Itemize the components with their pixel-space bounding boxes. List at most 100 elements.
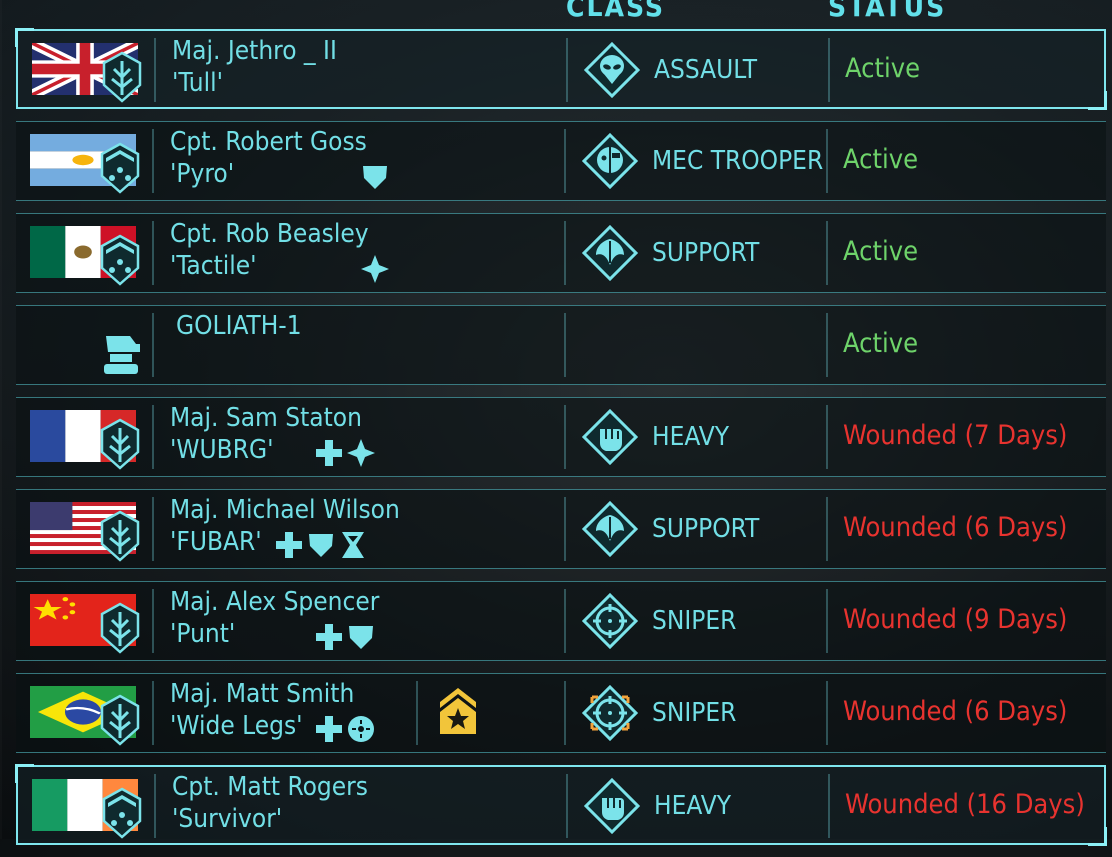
soldier-class: SNIPER [652,698,737,728]
alien-skull-icon [583,41,641,99]
soldier-class: SNIPER [652,606,737,636]
soldier-status: Active [843,144,919,175]
soldier-row[interactable]: Cpt. Robert Goss 'Pyro' MEC TROOPER Active [16,121,1106,201]
soldier-nickname: 'Survivor' [172,804,283,834]
medkit-plus-icon [314,622,344,652]
soldier-nickname: 'Tull' [172,68,224,98]
fist-icon [583,777,641,835]
gold-chevron-star-icon [436,684,480,738]
shiv-robot-icon [100,332,142,376]
medkit-plus-icon [314,714,344,744]
column-divider [826,405,828,469]
soldier-row[interactable]: Maj. Jethro _ II 'Tull' ASSAULT Active [15,28,1107,110]
soldier-nickname: 'Punt' [170,619,236,649]
mec-head-icon [581,132,639,190]
column-divider [826,589,828,653]
column-divider [152,405,154,469]
wings-icon [581,224,639,282]
soldier-row[interactable]: Maj. Michael Wilson 'FUBAR' SUPPORT Wounded… [16,489,1106,569]
fist-icon [581,408,639,466]
soldier-name: Cpt. Matt Rogers [172,772,368,802]
rank-badge-major-icon [98,602,142,654]
shield-icon [346,622,376,652]
column-divider [828,38,830,102]
soldier-nickname: 'Wide Legs' [170,711,303,741]
soldier-status: Wounded (9 Days) [843,604,1068,635]
soldier-row[interactable]: GOLIATH-1 Active [16,305,1106,385]
column-divider [152,221,154,285]
soldier-row[interactable]: Cpt. Matt Rogers 'Survivor' HEAVY Wounded (… [15,764,1107,846]
rank-badge-captain-icon [98,234,142,286]
rank-badge-major-icon [100,51,144,103]
soldier-status: Wounded (16 Days) [845,789,1085,820]
soldier-row[interactable]: Maj. Sam Staton 'WUBRG' HEAVY Wounded (7 Da… [16,397,1106,477]
perk-icons [314,438,376,468]
soldier-name: Maj. Alex Spencer [170,587,380,617]
soldier-class: HEAVY [652,422,729,452]
column-divider [826,497,828,561]
rank-badge-major-icon [98,694,142,746]
wings-icon [581,500,639,558]
shield-icon [360,162,390,192]
rank-badge-captain-icon [100,787,144,839]
column-divider [826,129,828,193]
column-divider [828,774,830,838]
status-column-header: STATUS [828,0,947,23]
soldier-row[interactable]: Maj. Alex Spencer 'Punt' SNIPER Wounded (9 … [16,581,1106,661]
column-divider [566,38,568,102]
column-divider [152,589,154,653]
soldier-class: SUPPORT [652,238,760,268]
medkit-plus-icon [274,530,304,560]
class-column-header: CLASS [566,0,666,23]
soldier-name: Cpt. Robert Goss [170,127,367,157]
shield-icon [306,530,336,560]
cross-plus-icon [346,438,376,468]
column-divider [826,221,828,285]
column-divider [564,405,566,469]
perk-icons [274,530,368,560]
soldier-status: Wounded (6 Days) [843,696,1068,727]
perk-icons [314,622,376,652]
column-divider [152,681,154,745]
soldier-status: Active [845,53,921,84]
soldier-nickname: 'FUBAR' [170,527,262,557]
column-divider [564,221,566,285]
soldier-status: Active [843,236,919,267]
soldier-row[interactable]: Cpt. Rob Beasley 'Tactile' SUPPORT Active [16,213,1106,293]
column-divider [152,497,154,561]
soldier-class: MEC TROOPER [652,146,824,176]
column-divider [826,681,828,745]
soldier-status: Wounded (7 Days) [843,420,1068,451]
crosshair-icon [581,592,639,650]
column-divider [564,681,566,745]
soldier-name: Maj. Sam Staton [170,403,362,433]
column-divider [564,313,566,377]
medkit-plus-icon [314,438,344,468]
soldier-name: Cpt. Rob Beasley [170,219,369,249]
column-divider [154,774,156,838]
soldier-nickname: 'WUBRG' [170,435,274,465]
soldier-status: Active [843,328,919,359]
column-divider [564,497,566,561]
crosshair-orange-icon [581,684,639,742]
column-divider [152,129,154,193]
soldier-name: Maj. Jethro _ II [172,36,337,66]
soldier-status: Wounded (6 Days) [843,512,1068,543]
cross-plus-icon [360,254,390,284]
soldier-class: SUPPORT [652,514,760,544]
soldier-class: HEAVY [654,791,731,821]
rank-badge-major-icon [98,510,142,562]
column-divider [154,38,156,102]
soldier-class: ASSAULT [654,55,758,85]
soldier-row[interactable]: Maj. Matt Smith 'Wide Legs' SNIPER Wounded … [16,673,1106,753]
soldier-roster: Maj. Jethro _ II 'Tull' ASSAULT Active Cpt. … [15,28,1107,857]
column-divider [152,313,154,377]
rank-badge-major-icon [98,418,142,470]
soldier-name: GOLIATH-1 [176,311,302,341]
rank-badge-captain-icon [98,142,142,194]
soldier-name: Maj. Michael Wilson [170,495,400,525]
perk-icons [360,254,390,284]
column-divider [826,313,828,377]
perk-icons [360,162,390,192]
column-divider [566,774,568,838]
